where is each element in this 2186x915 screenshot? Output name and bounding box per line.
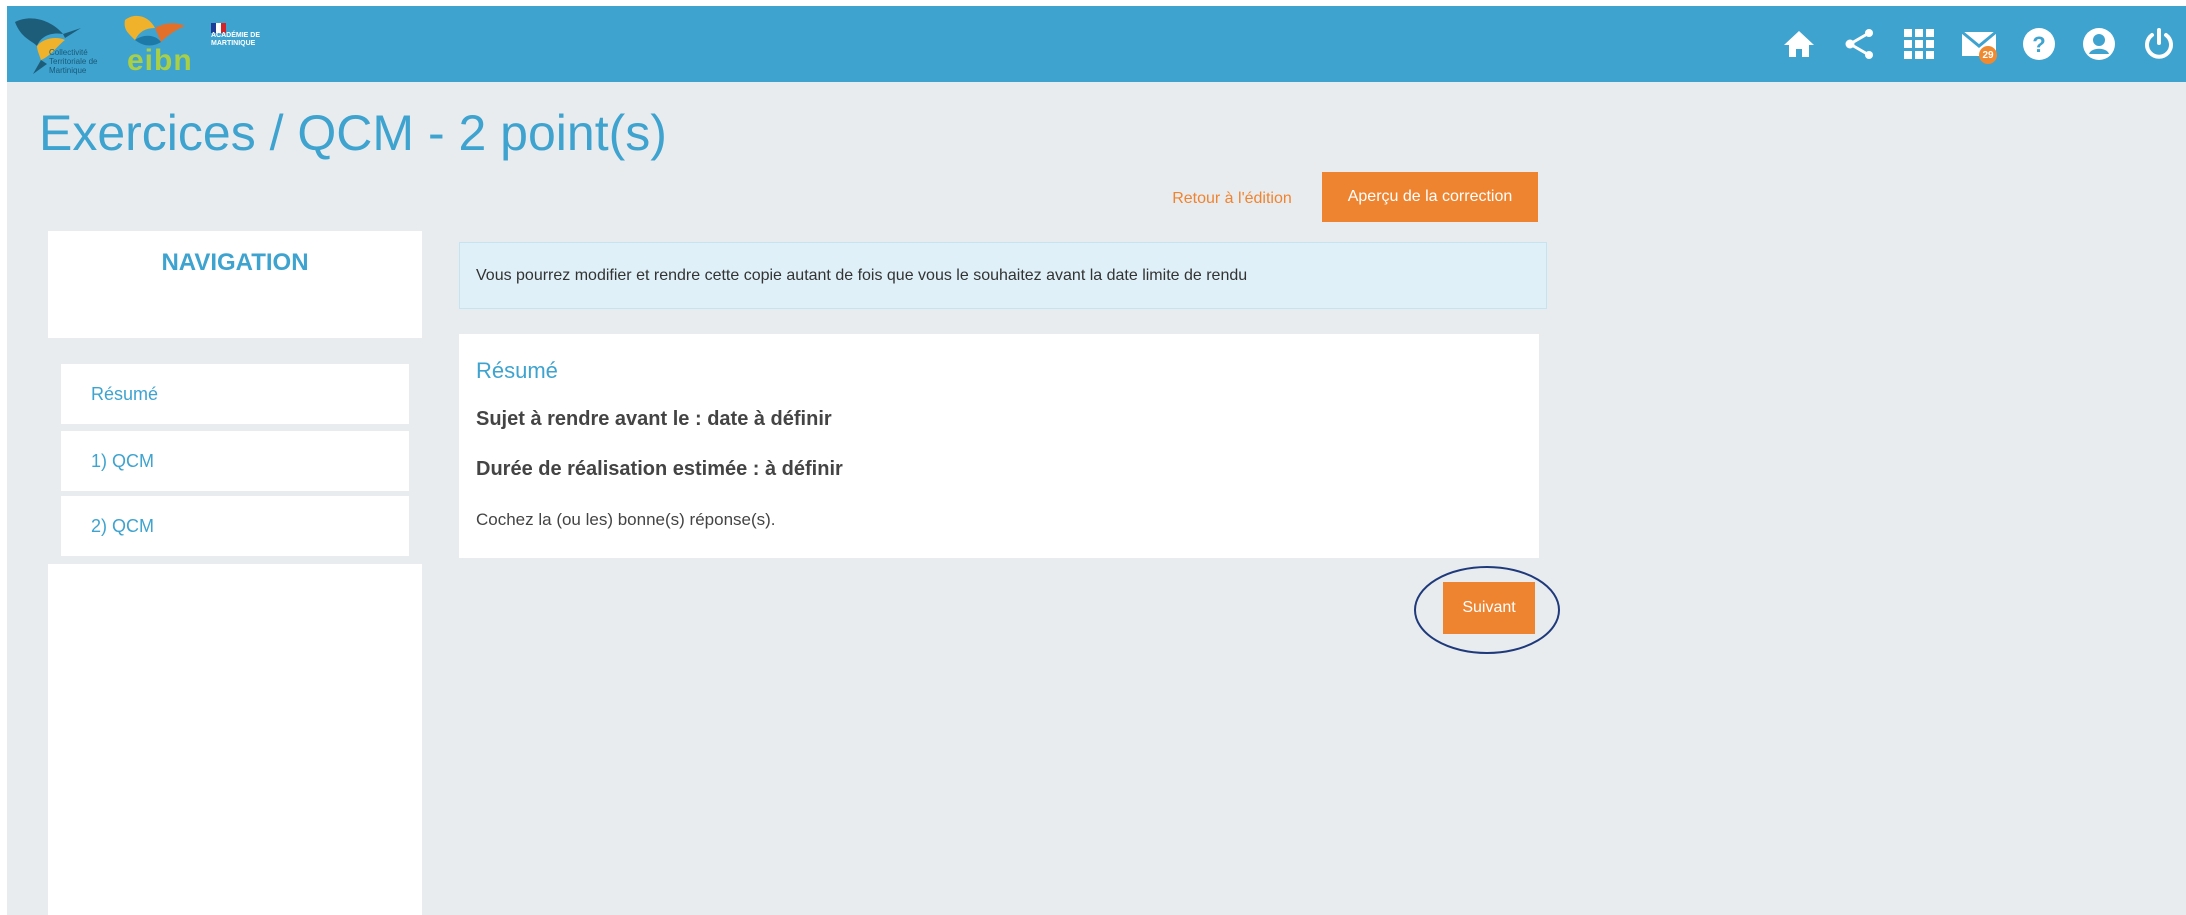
header-icons: 29 ? — [1766, 6, 2186, 82]
academie-text: ACADÉMIE DE MARTINIQUE — [211, 32, 261, 47]
summary-card: Résumé Sujet à rendre avant le : date à … — [459, 334, 1539, 558]
home-button[interactable] — [1772, 6, 1826, 82]
apps-grid-icon — [1904, 29, 1934, 59]
collectivite-text: Collectivité Territoriale de Martinique — [49, 48, 98, 75]
share-icon — [1845, 29, 1873, 59]
user-icon — [2083, 28, 2115, 60]
highlight-ellipse — [1414, 566, 1560, 654]
navigation-list: Résumé 1) QCM 2) QCM — [48, 338, 422, 564]
due-date-line: Sujet à rendre avant le : date à définir — [476, 408, 832, 430]
apps-button[interactable] — [1892, 6, 1946, 82]
nav-item-qcm-2[interactable]: 2) QCM — [61, 496, 409, 556]
home-icon — [1784, 31, 1814, 57]
nav-item-qcm-1[interactable]: 1) QCM — [61, 431, 409, 491]
screenshot-frame: Collectivité Territoriale de Martinique … — [0, 0, 2186, 915]
help-icon: ? — [2023, 28, 2055, 60]
nav-item-resume[interactable]: Résumé — [61, 364, 409, 424]
share-button[interactable] — [1832, 6, 1886, 82]
summary-title: Résumé — [476, 358, 558, 383]
messages-button[interactable]: 29 — [1952, 6, 2006, 82]
eibn-logo[interactable]: eibn — [115, 12, 207, 78]
collectivite-logo[interactable]: Collectivité Territoriale de Martinique — [11, 10, 111, 78]
french-flag-icon — [211, 20, 227, 33]
power-icon — [2145, 28, 2173, 59]
correction-preview-button[interactable]: Aperçu de la correction — [1322, 172, 1538, 222]
navigation-panel: NAVIGATION Résumé 1) QCM 2) QCM — [48, 231, 422, 915]
navigation-title: NAVIGATION — [161, 249, 309, 276]
duration-line: Durée de réalisation estimée : à définir — [476, 458, 843, 480]
back-to-edit-button[interactable]: Retour à l'édition — [1158, 174, 1306, 224]
help-button[interactable]: ? — [2012, 6, 2066, 82]
academie-logo[interactable]: ACADÉMIE DE MARTINIQUE — [211, 20, 291, 76]
top-header-bar: Collectivité Territoriale de Martinique … — [7, 6, 2186, 82]
svg-text:?: ? — [2032, 32, 2045, 57]
logout-button[interactable] — [2132, 6, 2186, 82]
eibn-wordmark: eibn — [127, 44, 193, 77]
page-title: Exercices / QCM - 2 point(s) — [39, 105, 667, 161]
info-alert: Vous pourrez modifier et rendre cette co… — [459, 242, 1547, 309]
profile-button[interactable] — [2072, 6, 2126, 82]
instruction-text: Cochez la (ou les) bonne(s) réponse(s). — [476, 510, 776, 529]
app-window: Collectivité Territoriale de Martinique … — [7, 6, 2186, 915]
mail-count-badge: 29 — [1979, 46, 1997, 64]
